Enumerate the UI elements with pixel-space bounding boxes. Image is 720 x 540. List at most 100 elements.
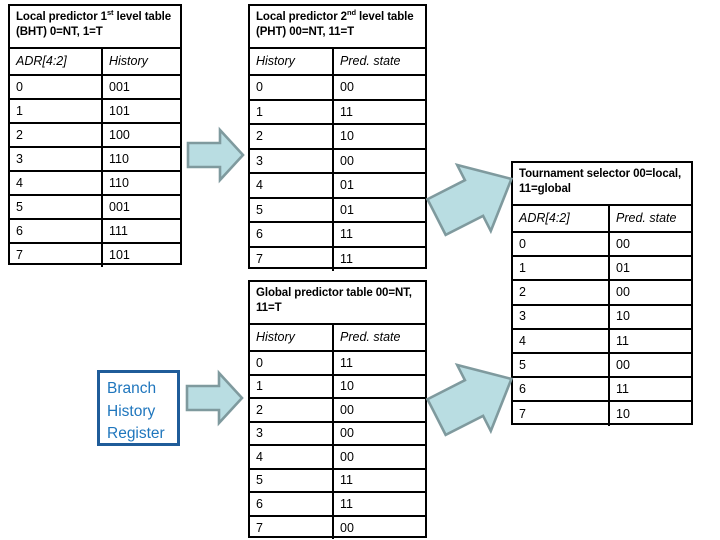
arrow-up-right-icon (425, 363, 514, 437)
cell-pred-state: 11 (333, 468, 425, 493)
cell-pred-state: 11 (340, 252, 353, 266)
cell-adr: 7 (10, 243, 103, 267)
cell-history: 1 (250, 99, 334, 125)
cell-history: 2 (250, 398, 334, 423)
cell-history: 4 (250, 445, 334, 470)
cell-pred-state: 00 (333, 75, 425, 101)
cell-history: 101 (109, 248, 130, 263)
cell-pred-state: 00 (609, 280, 691, 306)
cell-adr: 4 (513, 328, 610, 354)
cell-history: 2 (250, 124, 334, 150)
table-row: 5 00 (513, 352, 691, 379)
bhr-line-1: Branch (107, 380, 157, 397)
table-header-row: ADR[4:2] History (10, 49, 180, 76)
table-row: 4 01 (250, 173, 425, 199)
cell-history: 110 (102, 171, 180, 196)
column-header-adr: ADR[4:2] (10, 49, 103, 76)
cell-history: 3 (250, 421, 334, 446)
table-row: 3 110 (10, 147, 180, 172)
arrow-bht-to-pht (186, 126, 245, 184)
table-row: 5 001 (10, 195, 180, 220)
cell-adr: 4 (10, 171, 103, 196)
table-tournament-grid: ADR[4:2] Pred. state 0 00 1 01 2 00 3 10 4 11… (513, 206, 691, 426)
table-header-row: History Pred. state (250, 325, 425, 352)
table-row: 5 01 (250, 197, 425, 223)
cell-history: 1 (250, 374, 334, 399)
column-header-pred-state: Pred. state (333, 325, 425, 352)
cell-history: 101 (102, 99, 180, 124)
cell-history: 100 (102, 123, 180, 148)
cell-pred-state: 01 (333, 197, 425, 223)
cell-adr: 5 (513, 352, 610, 379)
cell-pred-state: 11 (333, 492, 425, 517)
table-bht: Local predictor 1st level table (BHT) 0=… (8, 4, 182, 267)
table-row: 4 110 (10, 171, 180, 196)
column-header-pred-state: Pred. state (333, 49, 425, 76)
table-row: 2 00 (250, 398, 425, 423)
arrow-bhr-to-global (185, 369, 244, 427)
cell-pred-state: 00 (333, 148, 425, 174)
cell-adr: 2 (513, 280, 610, 306)
bhr-line-2: History (107, 402, 156, 420)
cell-history: 4 (250, 173, 334, 199)
table-row: 0 00 (250, 75, 425, 101)
table-row: 6 111 (10, 219, 180, 244)
column-header-history: History (250, 325, 334, 352)
table-header-row: ADR[4:2] Pred. state (513, 206, 691, 233)
table-global-caption: Global predictor table 00=NT, 11=T (250, 282, 425, 325)
cell-pred-state: 11 (609, 377, 691, 403)
table-row: 2 100 (10, 123, 180, 148)
cell-adr: 6 (10, 219, 103, 244)
cell-history: 6 (250, 222, 334, 248)
bhr-line-3: Register (107, 425, 165, 443)
table-row: 7 101 (10, 243, 180, 267)
table-bht-grid: ADR[4:2] History 0 001 1 101 2 100 3 110 4 11… (10, 49, 180, 267)
table-header-row: History Pred. state (250, 49, 425, 76)
arrow-up-right-icon (425, 163, 514, 237)
table-row: 0 001 (10, 75, 180, 100)
cell-history: 5 (250, 197, 334, 223)
table-pht: Local predictor 2nd level table (PHT) 00… (248, 4, 427, 271)
table-row: 1 01 (513, 256, 691, 282)
cell-adr: 0 (513, 232, 610, 258)
table-row: 1 101 (10, 99, 180, 124)
table-row: 2 10 (250, 124, 425, 150)
arrow-right-icon (186, 126, 245, 184)
cell-history: 0 (250, 75, 334, 101)
cell-history: 001 (102, 75, 180, 100)
table-pht-caption-sup: nd (346, 8, 356, 18)
table-row: 7 00 (250, 515, 425, 539)
arrow-pht-to-tournament (425, 148, 520, 248)
cell-adr: 7 (513, 401, 610, 426)
table-row: 0 00 (513, 232, 691, 258)
table-tournament-selector: Tournament selector 00=local, 11=global … (511, 161, 693, 426)
cell-pred-state: 00 (340, 520, 354, 535)
cell-pred-state: 11 (333, 222, 425, 248)
cell-pred-state: 11 (609, 328, 691, 354)
cell-history: 7 (250, 246, 334, 271)
cell-history: 001 (102, 195, 180, 220)
table-row: 1 11 (250, 99, 425, 125)
table-row: 7 10 (513, 401, 691, 426)
cell-pred-state: 01 (609, 256, 691, 282)
table-row: 3 00 (250, 148, 425, 174)
table-bht-caption-pre: Local predictor 1 (16, 11, 107, 23)
table-global-grid: History Pred. state 0 11 1 10 2 00 3 00 4 00 … (250, 325, 425, 539)
table-bht-caption: Local predictor 1st level table (BHT) 0=… (10, 6, 180, 49)
cell-pred-state: 00 (333, 398, 425, 423)
cell-history: 6 (250, 492, 334, 517)
cell-pred-state: 00 (333, 421, 425, 446)
cell-history: 111 (102, 219, 180, 244)
arrow-global-to-tournament (425, 348, 520, 448)
cell-pred-state: 10 (609, 304, 691, 330)
table-global-predictor: Global predictor table 00=NT, 11=T Histo… (248, 280, 427, 539)
cell-history: 3 (250, 148, 334, 174)
table-row: 4 11 (513, 328, 691, 354)
table-pht-caption: Local predictor 2nd level table (PHT) 00… (250, 6, 425, 49)
table-tournament-caption: Tournament selector 00=local, 11=global (513, 163, 691, 206)
cell-adr: 0 (10, 75, 103, 100)
table-row: 1 10 (250, 374, 425, 399)
cell-pred-state: 00 (333, 445, 425, 470)
cell-history: 7 (250, 515, 334, 539)
cell-pred-state: 00 (609, 232, 691, 258)
